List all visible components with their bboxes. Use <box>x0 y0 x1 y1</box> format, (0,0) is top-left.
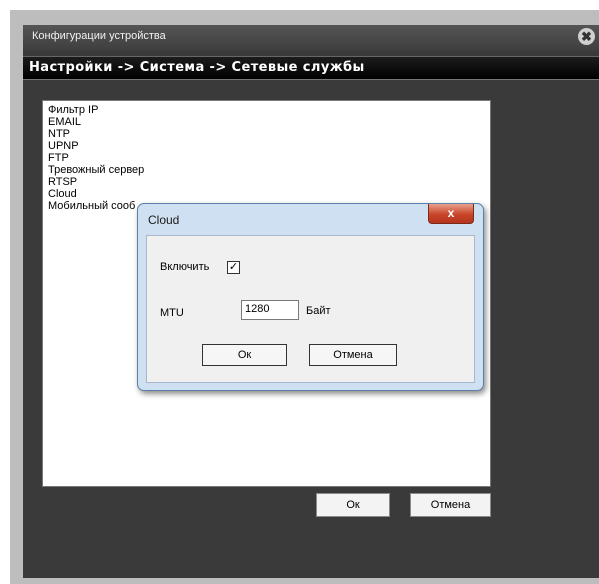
ok-button[interactable]: Ок <box>316 493 390 517</box>
dialog-cancel-button[interactable]: Отмена <box>309 344 397 366</box>
window-title: Конфигурации устройства <box>32 30 166 42</box>
list-item-email[interactable]: EMAIL <box>48 116 81 128</box>
enable-label: Включить <box>160 261 210 273</box>
list-item-ntp[interactable]: NTP <box>48 128 70 140</box>
list-item-ftp[interactable]: FTP <box>48 152 69 164</box>
enable-checkbox[interactable]: ✓ <box>227 261 240 274</box>
list-item-cloud[interactable]: Cloud <box>48 188 77 200</box>
dialog-body: Включить ✓ MTU 1280 Байт Ок Отмена <box>146 235 475 383</box>
list-item-upnp[interactable]: UPNP <box>48 140 79 152</box>
breadcrumb-bar: Настройки -> Система -> Сетевые службы <box>23 56 599 80</box>
dialog-title: Cloud <box>148 213 180 227</box>
close-icon[interactable]: x <box>428 204 474 224</box>
list-item-mobile[interactable]: Мобильный сооб <box>48 200 135 212</box>
close-icon[interactable]: ✖ <box>578 28 595 45</box>
dialog-ok-button[interactable]: Ок <box>202 344 287 366</box>
window-titlebar: Конфигурации устройства ✖ <box>23 25 599 51</box>
mtu-label: MTU <box>160 307 184 319</box>
mtu-input[interactable]: 1280 <box>241 300 299 320</box>
cloud-dialog: Cloud x Включить ✓ MTU 1280 Байт Ок Отме… <box>137 203 484 391</box>
cancel-button[interactable]: Отмена <box>410 493 491 517</box>
mtu-unit-label: Байт <box>306 305 331 317</box>
list-item-rtsp[interactable]: RTSP <box>48 176 77 188</box>
list-item-alarm-server[interactable]: Тревожный сервер <box>48 164 144 176</box>
list-item-ip-filter[interactable]: Фильтр IP <box>48 104 98 116</box>
breadcrumb: Настройки -> Система -> Сетевые службы <box>29 60 365 75</box>
